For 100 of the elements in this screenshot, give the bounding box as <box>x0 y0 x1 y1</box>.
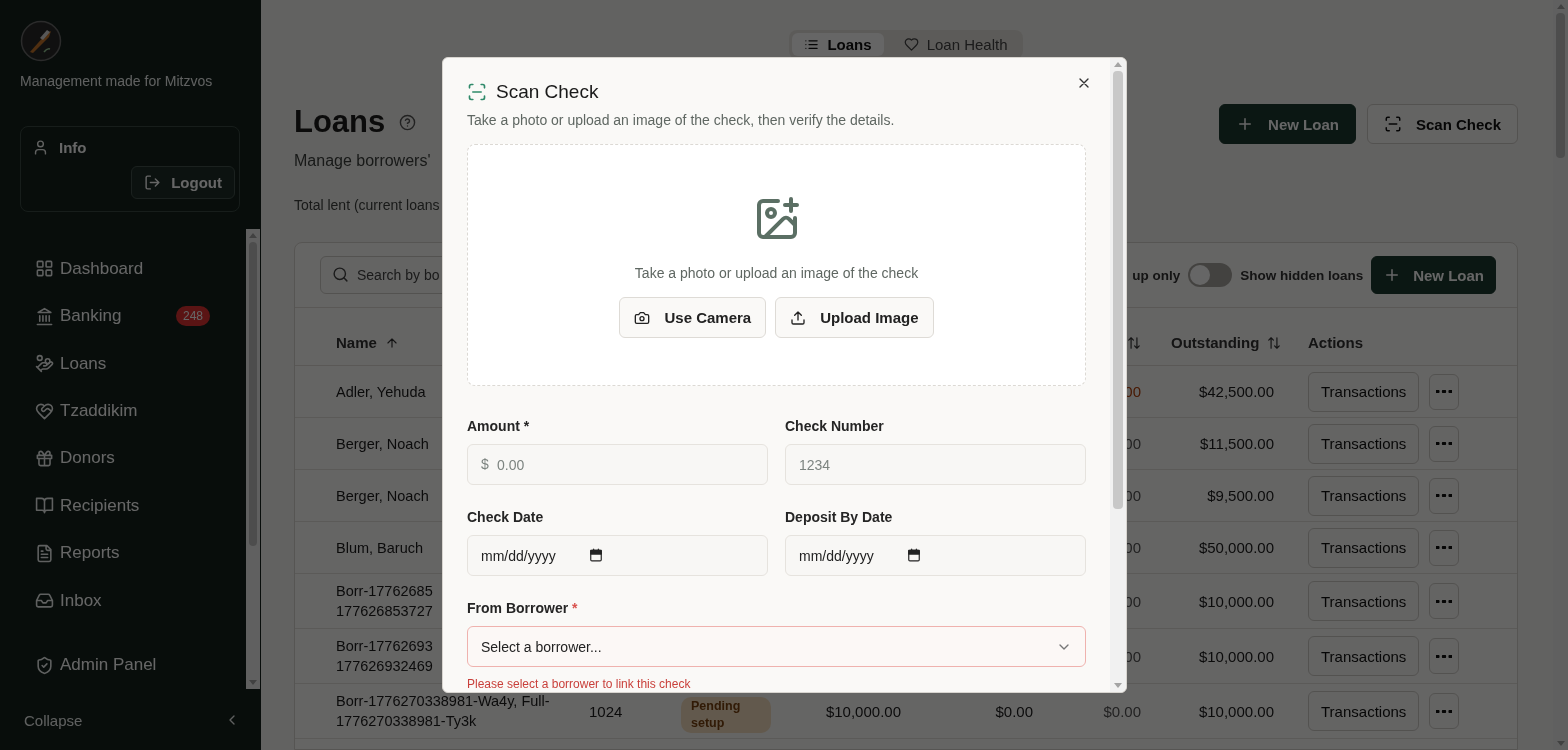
new-loan-button[interactable]: New Loan <box>1219 104 1356 144</box>
toggle-label: Show hidden loans <box>1240 267 1364 283</box>
more-button[interactable] <box>1429 425 1460 462</box>
transactions-button[interactable]: Transactions <box>1308 475 1420 516</box>
scan-icon <box>467 82 487 102</box>
new-loan-button[interactable]: New Loan <box>1371 256 1496 294</box>
more-button[interactable] <box>1429 583 1460 619</box>
column-header[interactable]: Name <box>336 334 377 351</box>
more-button[interactable] <box>1429 693 1460 729</box>
more-button[interactable] <box>1429 529 1460 566</box>
collapse-button[interactable]: Collapse <box>24 702 240 750</box>
scan-check-button[interactable]: Scan Check <box>1366 104 1518 144</box>
toggle-switch[interactable] <box>1188 263 1233 287</box>
book-icon <box>35 496 54 516</box>
sort-icon[interactable] <box>1267 335 1282 350</box>
more-icon <box>1436 599 1453 603</box>
tab[interactable]: Loans <box>792 33 884 56</box>
input-field[interactable]: 1234 <box>785 444 1086 485</box>
more-icon <box>1436 442 1453 445</box>
help-icon <box>399 113 417 131</box>
field-label: Check Date <box>467 509 545 525</box>
column-header[interactable]: Outstanding <box>1171 334 1260 351</box>
amount-text: $10,000.00 <box>1198 702 1274 720</box>
borrower-select[interactable]: Select a borrower... <box>467 626 1086 667</box>
hand-coins-icon <box>35 354 54 374</box>
error-message: Please select a borrower to link this check <box>467 677 692 691</box>
transactions-button[interactable]: Transactions <box>1308 691 1420 731</box>
nav-item[interactable]: Banking 248 <box>35 292 246 340</box>
user-icon <box>32 139 49 156</box>
grid-icon <box>35 259 54 279</box>
nav-item[interactable]: Donors <box>35 434 246 483</box>
tab[interactable]: Loan Health <box>891 33 1020 56</box>
calendar-icon[interactable] <box>589 548 603 562</box>
nav-item[interactable]: Recipients <box>35 482 246 530</box>
check-number: 1024 <box>589 702 623 720</box>
field-label: Check Number <box>785 418 885 434</box>
heart-icon <box>903 37 919 52</box>
amount-text: $42,500.00 <box>1198 383 1274 400</box>
transactions-button[interactable]: Transactions <box>1308 636 1420 676</box>
scan-icon <box>1383 115 1402 133</box>
nav-item[interactable]: Dashboard <box>35 245 246 293</box>
document-icon <box>35 543 54 563</box>
transactions-button[interactable]: Transactions <box>1308 581 1420 621</box>
filter-label: up only <box>1132 267 1181 283</box>
nav-item[interactable]: Admin Panel <box>35 641 246 689</box>
nav-item[interactable]: Reports <box>35 529 246 578</box>
transactions-button[interactable]: Transactions <box>1308 371 1420 412</box>
inbox-icon <box>35 591 54 611</box>
transactions-button[interactable]: Transactions <box>1308 423 1420 464</box>
dialog-title: Scan Check <box>496 81 599 103</box>
scrollbar[interactable] <box>1110 58 1126 692</box>
borrower-name: Blum, Baruch <box>336 538 424 558</box>
calendar-icon[interactable] <box>907 548 921 562</box>
amount-text: $10,000.00 <box>825 702 901 720</box>
page-title: Loans <box>294 104 386 140</box>
date-field[interactable]: mm/dd/yyyy <box>785 535 1086 576</box>
currency-symbol: $ <box>481 456 489 472</box>
bank-icon <box>35 306 54 326</box>
borrower-name: Berger, Noach <box>336 486 429 506</box>
user-name: Info <box>59 139 87 156</box>
amount-text: $10,000.00 <box>1198 592 1274 610</box>
more-icon <box>1436 546 1453 549</box>
more-button[interactable] <box>1429 477 1460 514</box>
logo-icon <box>20 20 62 62</box>
dialog-subtitle: Take a photo or upload an image of the check, then verify the details. <box>467 112 896 128</box>
nav-item[interactable]: Tzaddikim <box>35 387 246 435</box>
camera-icon <box>634 309 651 326</box>
shield-icon <box>35 655 54 675</box>
list-icon <box>804 37 820 52</box>
more-button[interactable] <box>1429 638 1460 674</box>
search-icon <box>332 266 349 283</box>
borrower-name: Adler, Yehuda <box>336 382 426 402</box>
count-badge: 248 <box>176 306 211 327</box>
nav-item[interactable]: Loans <box>35 339 246 388</box>
column-header[interactable]: Actions <box>1308 334 1363 351</box>
use-camera-button[interactable]: Use Camera <box>619 297 767 338</box>
page-subtitle: Manage borrowers' <box>294 152 432 170</box>
field-label: From Borrower * <box>467 600 579 616</box>
summary-text: Total lent (current loans <box>294 197 440 213</box>
borrower-name: Berger, Noach <box>336 434 429 454</box>
date-field[interactable]: mm/dd/yyyy <box>467 535 768 576</box>
more-button[interactable] <box>1429 373 1460 410</box>
amount-text: $0.00 <box>995 702 1033 720</box>
amount-text: $50,000.00 <box>1198 539 1274 556</box>
more-icon <box>1436 654 1453 658</box>
sort-up-icon[interactable] <box>384 335 399 350</box>
sort-icon[interactable] <box>1127 335 1141 350</box>
amount-text: $0.00 <box>1103 702 1141 720</box>
borrower-name: Borr-17762685 177626853727 <box>336 582 433 621</box>
field-label: Deposit By Date <box>785 509 894 525</box>
transactions-button[interactable]: Transactions <box>1308 527 1420 568</box>
heart-handshake-icon <box>35 401 54 421</box>
more-icon <box>1436 390 1453 393</box>
scrollbar[interactable] <box>1553 0 1568 750</box>
gift-icon <box>35 448 54 468</box>
scrollbar[interactable] <box>246 229 260 689</box>
nav-item[interactable]: Inbox <box>35 577 246 625</box>
logout-button[interactable]: Logout <box>131 166 235 199</box>
status-badge: Pending setup <box>681 697 771 733</box>
upload-image-button[interactable]: Upload Image <box>775 297 934 338</box>
